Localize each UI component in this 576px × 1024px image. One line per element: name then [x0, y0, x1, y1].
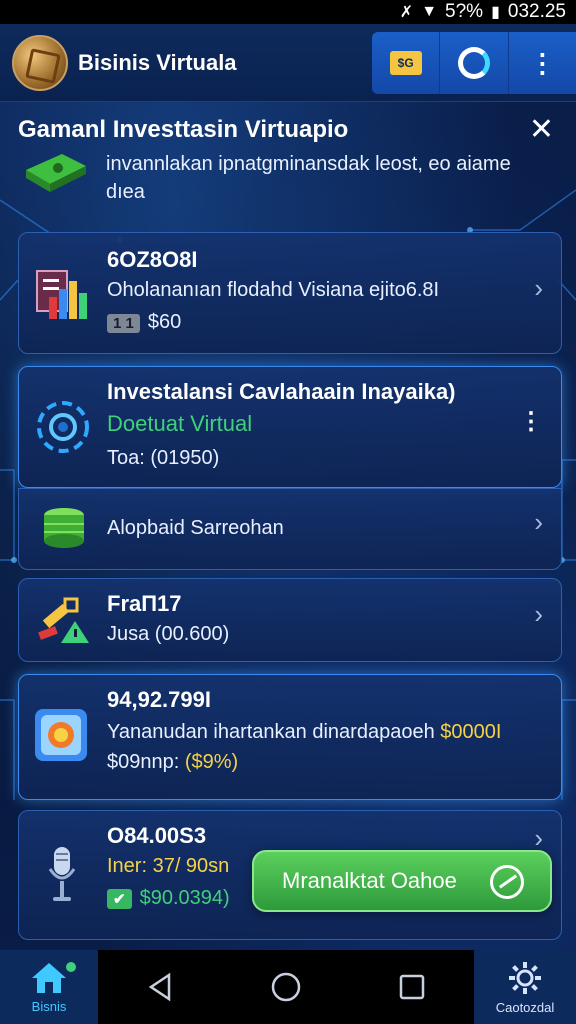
card-subtitle: Doetuat Virtual	[107, 411, 253, 436]
card-title: O84.00S3	[107, 823, 207, 848]
card-subtitle-amount: $0000I	[440, 721, 502, 743]
app-logo	[12, 34, 68, 91]
card-detail-highlight: ($9%)	[184, 751, 239, 773]
mute-icon: ✗	[399, 4, 414, 21]
card-subtitle: Yananudan ihartankan dinardapaoeh	[107, 721, 435, 743]
card-detail-row: $09nnp: ($9%)	[107, 751, 238, 774]
card-title: FraП17	[107, 591, 182, 616]
tag-button[interactable]: $G	[372, 32, 439, 94]
card-badge: 1 1	[107, 314, 140, 333]
investment-card[interactable]: Alopbaid Sarreohan ›	[18, 488, 562, 570]
card-detail: Toa: (01950)	[107, 447, 220, 469]
more-menu-button[interactable]: ⋮	[507, 32, 576, 94]
more-vert-icon[interactable]: ⋮	[519, 407, 543, 436]
notification-dot	[66, 962, 76, 972]
price-tag-icon: $G	[389, 51, 422, 75]
back-icon[interactable]	[145, 972, 175, 1002]
card-title: 94,92.799I	[107, 687, 211, 712]
wifi-icon: ▼	[421, 3, 438, 20]
recents-icon[interactable]	[397, 972, 427, 1002]
page-title: Gamanl Investtasin Virtuapio	[18, 116, 349, 143]
card-detail: Iner: 37/ 90sn	[107, 855, 230, 877]
card-price-row: 1 1 $60	[107, 311, 181, 334]
check-badge-icon: ✔	[107, 889, 132, 909]
status-bar: ✗ ▼ 5?% ▮ 032.25	[0, 0, 576, 24]
card-subtitle-row: Yananudan ihartankan dinardapaoeh $0000I	[107, 721, 501, 744]
app-bar: Bisinis Virtuala $G ⋮	[0, 24, 576, 102]
money-stack-icon	[26, 154, 86, 192]
card-detail-prefix: $09nnp:	[107, 751, 180, 773]
card-price-row: ✔ $90.0394)	[107, 887, 230, 910]
card-subtitle: Oholananıan flodahd Visiana ejito6.8I	[107, 279, 440, 301]
target-icon	[37, 401, 89, 453]
home-icon	[32, 962, 66, 993]
card-detail: Jusa (00.600)	[107, 623, 230, 645]
gem-app-icon	[35, 709, 87, 761]
tools-warning-icon	[38, 597, 89, 643]
gear-icon	[509, 961, 541, 994]
investment-card[interactable]: FraП17 Jusa (00.600) ›	[18, 578, 562, 662]
sync-icon	[457, 47, 490, 79]
banner-description: invannlakan ipnatgminansdak leost, eo ai…	[106, 153, 511, 203]
close-icon[interactable]: ✕	[529, 112, 554, 147]
card-price: $60	[147, 311, 182, 333]
appbar-actions: $G ⋮	[372, 32, 576, 94]
card-title: Alopbaid Sarreohan	[107, 517, 284, 539]
sync-button[interactable]	[439, 32, 507, 94]
clock: 032.25	[507, 1, 566, 22]
investment-card-highlighted[interactable]: 94,92.799I Yananudan ihartankan dinardap…	[18, 674, 562, 800]
more-vert-icon: ⋮	[529, 48, 556, 78]
battery-icon: ▮	[491, 4, 500, 21]
chevron-right-icon: ›	[534, 507, 543, 537]
home-circle-icon[interactable]	[270, 971, 302, 1003]
chevron-right-icon: ›	[534, 599, 543, 629]
bar-chart-icon	[36, 270, 87, 319]
primary-action-label: Mranalktat Oahoe	[282, 868, 457, 893]
primary-action-button[interactable]: Mranalktat Oahoe	[252, 850, 552, 912]
coin-stack-icon	[44, 508, 84, 548]
investment-card[interactable]: 6OZ8O8I Oholananıan flodahd Visiana ejit…	[18, 232, 562, 354]
chevron-right-icon: ›	[534, 273, 543, 303]
bottom-navigation: Bisnis Caotozdal	[0, 950, 576, 1024]
nav-settings-label: Caotozdal	[495, 999, 555, 1015]
nav-home-label: Bisnis	[31, 998, 67, 1014]
card-title: Investalansi Cavlahaain Inayaika)	[107, 379, 456, 404]
system-navigation	[98, 950, 474, 1024]
battery-percent: 5?%	[445, 1, 484, 22]
microphone-icon	[48, 847, 76, 901]
card-price: $90.0394)	[139, 887, 230, 909]
compass-icon	[490, 865, 524, 899]
card-title: 6OZ8O8I	[107, 247, 198, 272]
app-title: Bisinis Virtuala	[78, 49, 237, 75]
nav-home[interactable]: Bisnis	[0, 950, 98, 1024]
investment-card-highlighted[interactable]: Investalansi Cavlahaain Inayaika) Doetua…	[18, 366, 562, 488]
nav-settings[interactable]: Caotozdal	[474, 950, 576, 1024]
